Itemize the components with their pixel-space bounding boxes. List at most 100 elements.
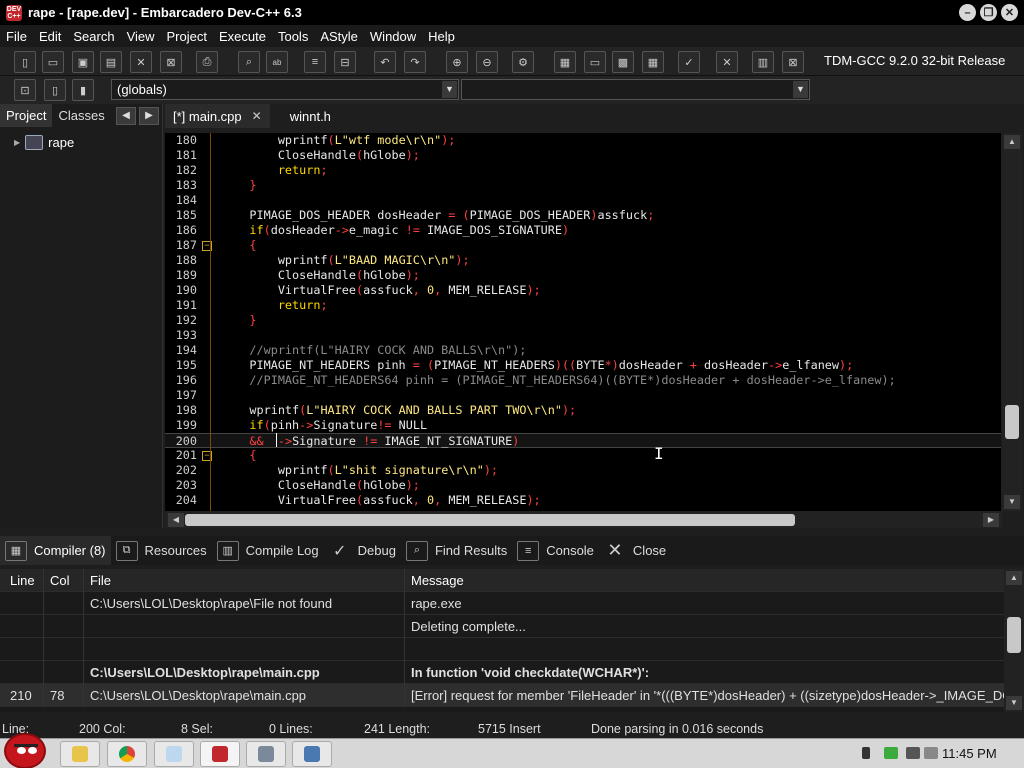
redo-icon[interactable]: ↷ [404, 51, 426, 73]
menu-execute[interactable]: Execute [213, 29, 272, 44]
undo-icon[interactable]: ↶ [374, 51, 396, 73]
scroll-left-icon[interactable]: ◀ [168, 513, 184, 527]
restore-icon[interactable]: ❐ [980, 4, 997, 21]
menu-search[interactable]: Search [67, 29, 120, 44]
find-icon[interactable]: ⌕ [238, 51, 260, 73]
close-tab-icon[interactable]: ✕ [252, 109, 262, 123]
compile-run-icon[interactable]: ▩ [612, 51, 634, 73]
taskbar-devcpp[interactable] [200, 741, 240, 767]
tab-debug[interactable]: ✓ Debug [324, 536, 401, 565]
table-row-selected[interactable]: 210 78 C:\Users\LOL\Desktop\rape\main.cp… [0, 684, 1004, 707]
code-line[interactable]: 196 //PIMAGE_NT_HEADERS64 pinh = (PIMAGE… [165, 373, 1001, 388]
code-line[interactable]: 188 wprintf(L"BAAD MAGIC\r\n"); [165, 253, 1001, 268]
indent-icon[interactable]: ≡ [304, 51, 326, 73]
menu-tools[interactable]: Tools [272, 29, 314, 44]
volume-icon[interactable] [906, 747, 920, 759]
code-line[interactable]: 193 [165, 328, 1001, 343]
code-line[interactable]: 191 return; [165, 298, 1001, 313]
code-line[interactable]: 203 CloseHandle(hGlobe); [165, 478, 1001, 493]
column-header-line[interactable]: Line [0, 569, 44, 592]
debug-check-icon[interactable]: ✓ [678, 51, 700, 73]
code-line[interactable]: 192 } [165, 313, 1001, 328]
code-line[interactable]: 198 wprintf(L"HAIRY COCK AND BALLS PART … [165, 403, 1001, 418]
scroll-up-icon[interactable]: ▲ [1004, 135, 1020, 149]
chevron-right-icon[interactable]: ▶ [139, 107, 159, 125]
menu-view[interactable]: View [121, 29, 161, 44]
table-row[interactable]: C:\Users\LOL\Desktop\rape\main.cpp In fu… [0, 661, 1004, 684]
function-combo[interactable]: ▼ [461, 79, 810, 100]
tab-resources[interactable]: ⧉ Resources [111, 536, 212, 565]
replace-icon[interactable]: ab [266, 51, 288, 73]
column-header-col[interactable]: Col [44, 569, 84, 592]
code-line[interactable]: 201− { [165, 448, 1001, 463]
table-row[interactable]: Deleting complete... [0, 615, 1004, 638]
start-button-bird-icon[interactable] [4, 733, 46, 768]
bookmarks-icon[interactable]: ▮ [72, 79, 94, 101]
editor-vertical-scrollbar[interactable]: ▲ ▼ [1002, 133, 1022, 511]
code-line[interactable]: 180 wprintf(L"wtf mode\r\n"); [165, 133, 1001, 148]
network-icon[interactable] [884, 747, 898, 759]
taskbar-clock[interactable]: 11:45 PM [942, 746, 997, 761]
menu-file[interactable]: File [0, 29, 33, 44]
code-line[interactable]: 197 [165, 388, 1001, 403]
tab-console[interactable]: ≡ Console [512, 536, 599, 565]
tab-find-results[interactable]: ⌕ Find Results [401, 536, 512, 565]
menu-window[interactable]: Window [364, 29, 422, 44]
messages-vertical-scrollbar[interactable]: ▲ ▼ [1004, 569, 1024, 712]
goto-icon[interactable]: ⊡ [14, 79, 36, 101]
remove-project-icon[interactable]: ⊖ [476, 51, 498, 73]
close-panel-button[interactable]: ✕ Close [599, 536, 671, 565]
tab-compile-log[interactable]: ▥ Compile Log [212, 536, 324, 565]
tab-main-cpp[interactable]: [*] main.cpp ✕ [165, 104, 270, 128]
table-row[interactable] [0, 638, 1004, 661]
chevron-left-icon[interactable]: ◀ [116, 107, 136, 125]
code-line[interactable]: 204 VirtualFree(assfuck, 0, MEM_RELEASE)… [165, 493, 1001, 508]
editor-horizontal-scrollbar[interactable]: ◀ ▶ [165, 511, 1002, 528]
code-line[interactable]: 189 CloseHandle(hGlobe); [165, 268, 1001, 283]
print-icon[interactable]: ⎙ [196, 51, 218, 73]
code-line[interactable]: 185 PIMAGE_DOS_HEADER dosHeader = (PIMAG… [165, 208, 1001, 223]
table-row[interactable]: C:\Users\LOL\Desktop\rape\File not found… [0, 592, 1004, 615]
delete-profile-icon[interactable]: ⊠ [782, 51, 804, 73]
compile-icon[interactable]: ▦ [554, 51, 576, 73]
editor-horizontal-thumb[interactable] [185, 514, 795, 526]
tree-item-project[interactable]: ▶ rape [14, 135, 74, 150]
rebuild-icon[interactable]: ▦ [642, 51, 664, 73]
taskbar-window[interactable] [292, 741, 332, 767]
save-all-icon[interactable]: ▤ [100, 51, 122, 73]
open-folder-icon[interactable]: ▭ [42, 51, 64, 73]
taskbar-app[interactable] [246, 741, 286, 767]
tab-winnt-h[interactable]: winnt.h [270, 104, 339, 128]
tab-project[interactable]: Project [0, 104, 53, 127]
scroll-right-icon[interactable]: ▶ [983, 513, 999, 527]
close-window-icon[interactable]: ✕ [1001, 4, 1018, 21]
save-icon[interactable]: ▣ [72, 51, 94, 73]
toggle-bookmark-icon[interactable]: ⊟ [334, 51, 356, 73]
menu-edit[interactable]: Edit [33, 29, 67, 44]
bookmark-icon[interactable]: ▯ [44, 79, 66, 101]
taskbar-notepad[interactable] [154, 741, 194, 767]
close-file-icon[interactable]: ✕ [130, 51, 152, 73]
scroll-down-icon[interactable]: ▼ [1006, 696, 1022, 710]
menu-project[interactable]: Project [161, 29, 213, 44]
scope-combo[interactable]: (globals) ▼ [111, 79, 459, 100]
scroll-up-icon[interactable]: ▲ [1006, 571, 1022, 585]
code-line[interactable]: 183 } [165, 178, 1001, 193]
code-line[interactable]: 187− { [165, 238, 1001, 253]
battery-icon[interactable] [924, 747, 938, 759]
chevron-down-icon[interactable]: ▼ [442, 81, 457, 98]
compiler-set-select[interactable]: TDM-GCC 9.2.0 32-bit Release [818, 51, 1024, 71]
tray-arrow-icon[interactable] [862, 747, 870, 759]
code-line[interactable]: 202 wprintf(L"shit signature\r\n"); [165, 463, 1001, 478]
expand-icon[interactable]: ▶ [14, 138, 20, 147]
code-line[interactable]: 181 CloseHandle(hGlobe); [165, 148, 1001, 163]
taskbar-chrome[interactable] [107, 741, 147, 767]
column-header-file[interactable]: File [84, 569, 405, 592]
code-line[interactable]: 190 VirtualFree(assfuck, 0, MEM_RELEASE)… [165, 283, 1001, 298]
code-line[interactable]: 195 PIMAGE_NT_HEADERS pinh = (PIMAGE_NT_… [165, 358, 1001, 373]
code-line[interactable]: 184 [165, 193, 1001, 208]
run-icon[interactable]: ▭ [584, 51, 606, 73]
minimize-icon[interactable]: – [959, 4, 976, 21]
code-line[interactable]: 182 return; [165, 163, 1001, 178]
code-line-current[interactable]: 200 && ->Signature != IMAGE_NT_SIGNATURE… [165, 433, 1001, 448]
